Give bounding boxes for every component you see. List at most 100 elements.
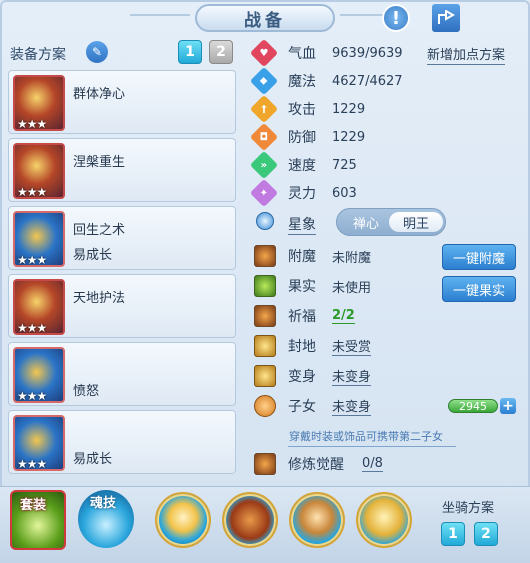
- prop-value[interactable]: 2/2: [332, 308, 355, 324]
- add-stat-plan-link[interactable]: 新增加点方案: [427, 44, 506, 65]
- equip-name: 天地护法: [73, 291, 126, 306]
- skill-dancer-icon[interactable]: [155, 492, 211, 548]
- exclamation-icon[interactable]: !: [382, 4, 410, 32]
- equip-slot-3[interactable]: ★★★ 回生之术 易成长: [8, 206, 236, 270]
- share-icon[interactable]: [432, 4, 460, 32]
- prop-name: 子女: [288, 399, 316, 415]
- stat-row-hp: ♥ 气血 9639/9639: [249, 38, 403, 68]
- star-rating: ★★★: [17, 117, 47, 131]
- plan-tab-1[interactable]: 1: [178, 40, 202, 64]
- star-sign-toggle[interactable]: 禅心 明王: [336, 208, 446, 236]
- prop-name: 修炼觉醒: [288, 457, 344, 473]
- equip-sub: 易成长: [73, 248, 113, 263]
- stat-row-def: ◘ 防御 1229: [249, 122, 366, 152]
- star-rating: ★★★: [17, 389, 47, 403]
- prop-name: 果实: [288, 279, 316, 295]
- equip-sub: 愤怒: [73, 384, 100, 399]
- star-rating: ★★★: [17, 185, 47, 199]
- prop-row-enchant: 附魔 未附魔: [254, 244, 371, 268]
- fruit-icon: [254, 275, 276, 297]
- stat-value: 9639/9639: [332, 45, 403, 61]
- mana-icon: ◆: [249, 66, 279, 96]
- stat-name: 灵力: [288, 186, 316, 202]
- equip-plan-label: 装备方案: [10, 47, 66, 63]
- stat-value: 603: [332, 185, 357, 201]
- stat-name: 防御: [288, 130, 316, 146]
- stat-name: 速度: [288, 158, 316, 174]
- soul-skill-label: 魂技: [90, 496, 117, 511]
- child-icon: [254, 395, 276, 417]
- stat-value: 1229: [332, 101, 366, 117]
- prop-value: 未使用: [332, 280, 372, 296]
- fief-icon: [254, 335, 276, 357]
- star-option-chanxin[interactable]: 禅心: [343, 212, 389, 232]
- equip-slot-1[interactable]: ★★★ 群体净心: [8, 70, 236, 134]
- skill-scroll-icon[interactable]: [222, 492, 278, 548]
- stat-value: 1229: [332, 129, 366, 145]
- stat-name: 气血: [288, 46, 316, 62]
- equip-name: 涅槃重生: [73, 155, 126, 170]
- suit-label: 套装: [20, 498, 47, 513]
- stat-value: 4627/4627: [332, 73, 403, 89]
- stat-value: 725: [332, 157, 357, 173]
- speed-icon: »: [249, 150, 279, 180]
- blessing-icon: [254, 305, 276, 327]
- spirit-icon: ✦: [249, 178, 279, 208]
- prop-row-awaken: 修炼觉醒 0/8: [254, 452, 383, 476]
- prop-row-transform: 变身 未变身: [254, 364, 372, 388]
- stat-row-spirit: ✦ 灵力 603: [249, 178, 357, 208]
- second-child-hint[interactable]: 穿戴时装或饰品可携带第二子女: [289, 428, 443, 444]
- prop-value[interactable]: 未受赏: [332, 336, 372, 356]
- one-click-fruit-button[interactable]: 一键果实: [442, 276, 516, 302]
- stat-row-atk: † 攻击 1229: [249, 94, 366, 124]
- skill-golden-icon[interactable]: [356, 492, 412, 548]
- equip-name: 回生之术: [73, 223, 126, 238]
- prop-row-fruit: 果实 未使用: [254, 274, 371, 298]
- prop-value[interactable]: 未变身: [332, 366, 372, 386]
- hint-underline: [288, 446, 456, 447]
- prop-row-blessing: 祈福 2/2: [254, 304, 355, 328]
- awaken-icon: [254, 453, 276, 475]
- plan-tab-2[interactable]: 2: [209, 40, 233, 64]
- stat-row-mp: ◆ 魔法 4627/4627: [249, 66, 403, 96]
- mount-plan-label: 坐骑方案: [442, 501, 495, 516]
- star-rating: ★★★: [17, 457, 47, 471]
- equip-slot-2[interactable]: ★★★ 涅槃重生: [8, 138, 236, 202]
- star-rating: ★★★: [17, 321, 47, 335]
- prop-name: 祈福: [288, 309, 316, 325]
- one-click-enchant-button[interactable]: 一键附魔: [442, 244, 516, 270]
- star-rating: ★★★: [17, 253, 47, 267]
- prop-name: 变身: [288, 369, 316, 385]
- enchant-icon: [254, 245, 276, 267]
- title-flourish-left: [130, 14, 190, 16]
- prop-value[interactable]: 0/8: [362, 456, 383, 472]
- mount-tab-1[interactable]: 1: [441, 522, 465, 546]
- mount-tab-2[interactable]: 2: [474, 522, 498, 546]
- prop-row-child: 子女 未变身: [254, 394, 372, 418]
- sword-icon: †: [249, 94, 279, 124]
- page-title: 战备: [195, 4, 335, 32]
- star-option-mingwang[interactable]: 明王: [389, 212, 443, 232]
- prop-row-fief: 封地 未受赏: [254, 334, 372, 358]
- equip-slot-4[interactable]: ★★★ 天地护法: [8, 274, 236, 338]
- stat-row-spd: » 速度 725: [249, 150, 357, 180]
- prop-value[interactable]: 未变身: [332, 396, 372, 416]
- equip-slot-6[interactable]: ★★★ 易成长: [8, 410, 236, 474]
- skill-monk-icon[interactable]: [289, 492, 345, 548]
- shield-icon: ◘: [249, 122, 279, 152]
- child-points-bar: 2945: [448, 399, 498, 413]
- prop-name: 附魔: [288, 249, 316, 265]
- equip-name: 群体净心: [73, 87, 126, 102]
- stat-name: 攻击: [288, 102, 316, 118]
- equip-sub: 易成长: [73, 452, 113, 467]
- add-child-button[interactable]: +: [500, 398, 516, 414]
- pencil-icon[interactable]: ✎: [86, 41, 108, 63]
- star-sign-icon: [256, 212, 274, 230]
- transform-icon: [254, 365, 276, 387]
- stat-name: 魔法: [288, 74, 316, 90]
- heart-icon: ♥: [249, 38, 279, 68]
- equip-slot-5[interactable]: ★★★ 愤怒: [8, 342, 236, 406]
- prop-value: 未附魔: [332, 250, 372, 266]
- prop-name: 封地: [288, 339, 316, 355]
- star-sign-label: 星象: [288, 214, 316, 235]
